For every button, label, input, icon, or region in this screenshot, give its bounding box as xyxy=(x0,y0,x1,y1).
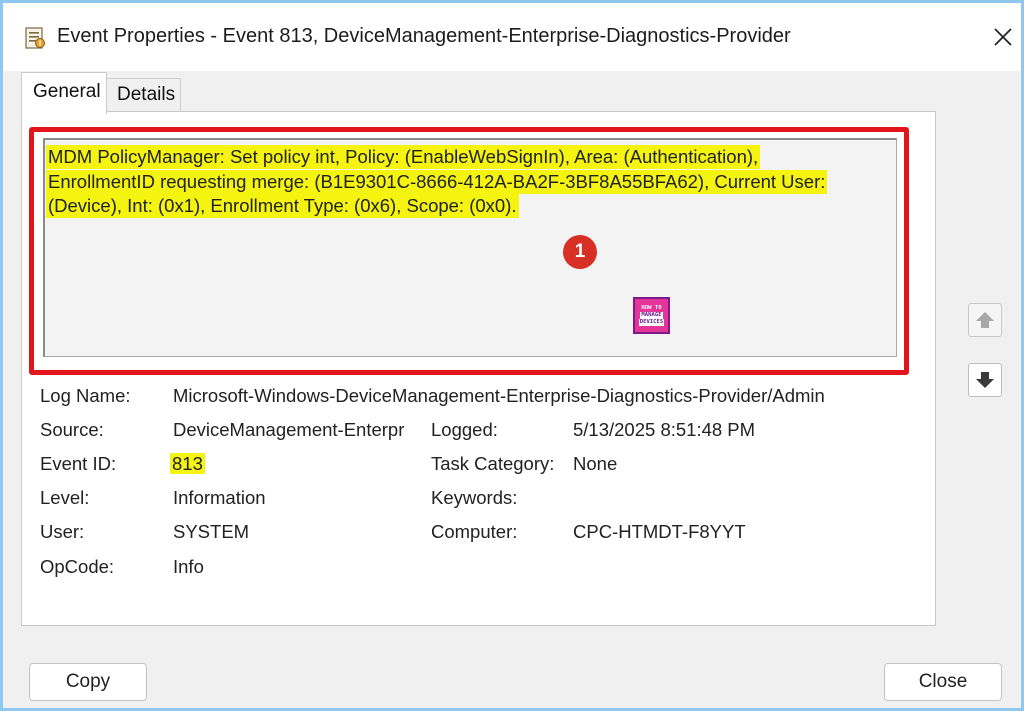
log-name-value: Microsoft-Windows-DeviceManagement-Enter… xyxy=(173,385,825,406)
keywords-label: Keywords: xyxy=(431,487,518,508)
opcode-label: OpCode: xyxy=(40,556,115,577)
tab-details[interactable]: Details xyxy=(107,78,181,112)
close-icon[interactable] xyxy=(987,21,1019,53)
arrow-up-icon xyxy=(976,312,994,328)
event-id-value: 813 xyxy=(170,453,205,475)
source-label: Source: xyxy=(40,419,104,440)
user-value: SYSTEM xyxy=(173,521,250,542)
copy-button[interactable]: Copy xyxy=(29,663,147,701)
logged-label: Logged: xyxy=(431,419,498,440)
log-name-label: Log Name: xyxy=(40,385,131,406)
logo-line: DEVICES xyxy=(638,319,665,326)
user-label: User: xyxy=(40,521,85,542)
event-viewer-icon xyxy=(25,27,45,49)
level-label: Level: xyxy=(40,487,90,508)
previous-event-button[interactable] xyxy=(968,303,1002,337)
next-event-button[interactable] xyxy=(968,363,1002,397)
tab-general[interactable]: General xyxy=(21,72,107,114)
task-category-label: Task Category: xyxy=(431,453,555,474)
level-value: Information xyxy=(173,487,266,508)
event-id-label: Event ID: xyxy=(40,453,117,474)
how-to-manage-devices-logo: HOW TO MANAGE DEVICES xyxy=(633,297,670,334)
red-highlight-frame xyxy=(29,127,909,375)
opcode-value: Info xyxy=(173,556,204,577)
close-button[interactable]: Close xyxy=(884,663,1002,701)
source-value: DeviceManagement-Enterpr xyxy=(173,419,405,440)
title-bar[interactable]: Event Properties - Event 813, DeviceMana… xyxy=(3,3,1021,71)
computer-value: CPC-HTMDT-F8YYT xyxy=(573,521,746,542)
logo-line: HOW TO xyxy=(641,305,662,311)
arrow-down-icon xyxy=(976,372,994,388)
event-id-text: 813 xyxy=(170,453,205,474)
logo-line: MANAGE xyxy=(640,312,663,319)
computer-label: Computer: xyxy=(431,521,518,542)
logged-value: 5/13/2025 8:51:48 PM xyxy=(573,419,756,440)
callout-badge: 1 xyxy=(563,235,597,269)
task-category-value: None xyxy=(573,453,618,474)
window-title: Event Properties - Event 813, DeviceMana… xyxy=(57,25,791,47)
